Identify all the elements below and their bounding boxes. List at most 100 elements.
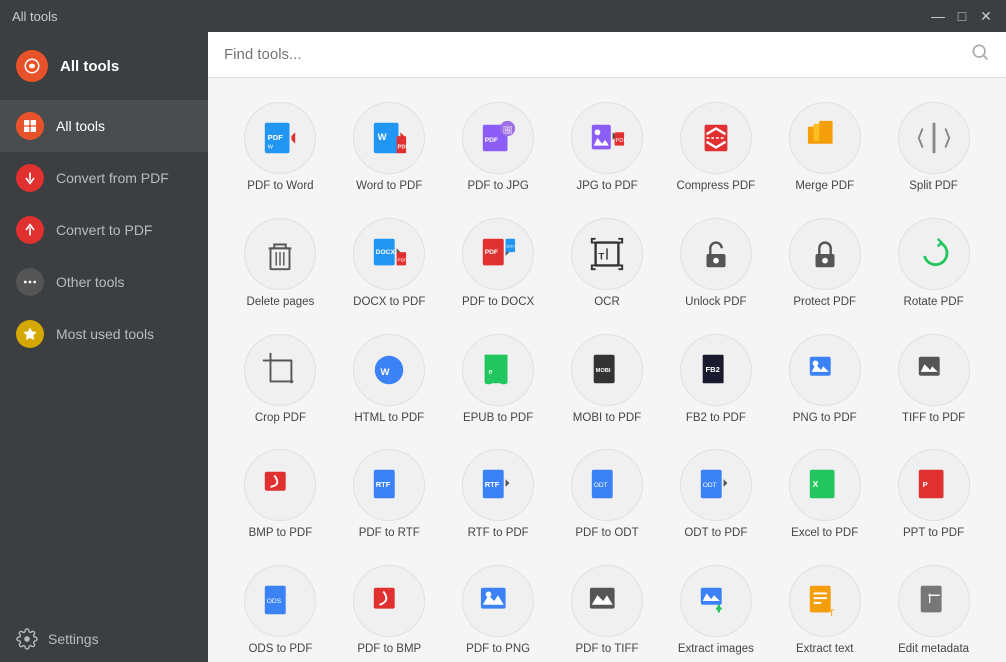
sidebar-item-other-tools[interactable]: Other tools	[0, 256, 208, 308]
search-input[interactable]	[224, 46, 970, 63]
tool-item-edit-metadata[interactable]: i Edit metadata	[881, 557, 986, 662]
tool-item-pdf-to-odt[interactable]: ODTPDF to ODT	[555, 441, 660, 549]
tool-label-protect-pdf: Protect PDF	[793, 296, 856, 310]
svg-text:PDF: PDF	[616, 138, 626, 144]
tool-label-delete-pages: Delete pages	[247, 296, 315, 310]
svg-text:RTF: RTF	[376, 480, 391, 489]
tool-icon-rtf-to-pdf: RTF	[462, 449, 534, 521]
restore-button[interactable]: □	[954, 8, 970, 24]
logo-icon	[16, 50, 48, 82]
tool-item-pdf-to-docx[interactable]: PDFDOCXPDF to DOCX	[446, 210, 551, 318]
sidebar-item-convert-to-pdf[interactable]: Convert to PDF	[0, 204, 208, 256]
tool-icon-epub-to-pdf: e	[462, 334, 534, 406]
tool-label-pdf-to-tiff: PDF to TIFF	[575, 643, 638, 657]
tool-item-compress-pdf[interactable]: Compress PDF	[663, 94, 768, 202]
tool-icon-extract-text: T	[789, 565, 861, 637]
tool-label-pdf-to-word: PDF to Word	[247, 180, 313, 194]
tool-label-ppt-to-pdf: PPT to PDF	[903, 527, 964, 541]
tool-item-bmp-to-pdf[interactable]: BMP to PDF	[228, 441, 333, 549]
tool-label-pdf-to-bmp: PDF to BMP	[357, 643, 421, 657]
tool-label-pdf-to-png: PDF to PNG	[466, 643, 530, 657]
tool-icon-pdf-to-jpg: PDF🖼	[462, 102, 534, 174]
tool-item-pdf-to-png[interactable]: PDF to PNG	[446, 557, 551, 662]
tool-icon-mobi-to-pdf: MOBI	[571, 334, 643, 406]
tool-label-word-to-pdf: Word to PDF	[356, 180, 422, 194]
tool-item-rotate-pdf[interactable]: Rotate PDF	[881, 210, 986, 318]
tool-item-odt-to-pdf[interactable]: ODTODT to PDF	[663, 441, 768, 549]
svg-text:RTF: RTF	[485, 480, 500, 489]
tool-icon-docx-to-pdf: DOCXPDF	[353, 218, 425, 290]
tool-icon-pdf-to-docx: PDFDOCX	[462, 218, 534, 290]
tool-label-epub-to-pdf: EPUB to PDF	[463, 412, 533, 426]
tool-item-pdf-to-bmp[interactable]: PDF to BMP	[337, 557, 442, 662]
sidebar-item-convert-from-pdf[interactable]: Convert from PDF	[0, 152, 208, 204]
tool-item-ocr[interactable]: TOCR	[555, 210, 660, 318]
sidebar-item-most-used-tools-label: Most used tools	[56, 326, 154, 342]
tool-item-pdf-to-rtf[interactable]: RTFPDF to RTF	[337, 441, 442, 549]
settings-icon	[16, 628, 38, 650]
tool-label-extract-images: Extract images	[678, 643, 754, 657]
sidebar-item-most-used-tools[interactable]: Most used tools	[0, 308, 208, 360]
minimize-button[interactable]: —	[930, 8, 946, 24]
tool-icon-excel-to-pdf: X	[789, 449, 861, 521]
tool-icon-bmp-to-pdf	[244, 449, 316, 521]
tool-item-crop-pdf[interactable]: Crop PDF	[228, 326, 333, 434]
sidebar-logo-label: All tools	[60, 58, 119, 75]
svg-text:e: e	[489, 366, 493, 375]
sidebar-item-all-tools-label: All tools	[56, 118, 105, 134]
tool-label-rotate-pdf: Rotate PDF	[904, 296, 964, 310]
tool-item-rtf-to-pdf[interactable]: RTFRTF to PDF	[446, 441, 551, 549]
search-icon	[970, 42, 990, 67]
tool-icon-word-to-pdf: WPDF	[353, 102, 425, 174]
tool-item-excel-to-pdf[interactable]: XExcel to PDF	[772, 441, 877, 549]
tool-item-split-pdf[interactable]: Split PDF	[881, 94, 986, 202]
tool-icon-crop-pdf	[244, 334, 316, 406]
tool-label-fb2-to-pdf: FB2 to PDF	[686, 412, 746, 426]
tool-item-pdf-to-jpg[interactable]: PDF🖼PDF to JPG	[446, 94, 551, 202]
tool-item-ods-to-pdf[interactable]: ODSODS to PDF	[228, 557, 333, 662]
tool-item-pdf-to-tiff[interactable]: PDF to TIFF	[555, 557, 660, 662]
tool-icon-delete-pages	[244, 218, 316, 290]
close-button[interactable]: ✕	[978, 8, 994, 24]
settings-item[interactable]: Settings	[0, 616, 208, 662]
most-used-tools-icon	[16, 320, 44, 348]
tool-item-ppt-to-pdf[interactable]: PPPT to PDF	[881, 441, 986, 549]
tool-label-jpg-to-pdf: JPG to PDF	[576, 180, 637, 194]
tool-item-mobi-to-pdf[interactable]: MOBIMOBI to PDF	[555, 326, 660, 434]
sidebar-item-other-tools-label: Other tools	[56, 274, 124, 290]
tool-label-split-pdf: Split PDF	[909, 180, 958, 194]
tool-item-extract-text[interactable]: T Extract text	[772, 557, 877, 662]
tool-item-png-to-pdf[interactable]: PNG to PDF	[772, 326, 877, 434]
logo-svg	[23, 57, 41, 75]
tool-item-html-to-pdf[interactable]: WHTML to PDF	[337, 326, 442, 434]
tool-item-word-to-pdf[interactable]: WPDF Word to PDF	[337, 94, 442, 202]
svg-text:ODT: ODT	[594, 482, 608, 489]
sidebar-item-all-tools[interactable]: All tools	[0, 100, 208, 152]
tool-item-epub-to-pdf[interactable]: e EPUB to PDF	[446, 326, 551, 434]
tool-item-extract-images[interactable]: Extract images	[663, 557, 768, 662]
tool-item-protect-pdf[interactable]: Protect PDF	[772, 210, 877, 318]
tool-item-jpg-to-pdf[interactable]: PDF JPG to PDF	[555, 94, 660, 202]
svg-text:X: X	[812, 479, 818, 489]
app-body: All tools All tools	[0, 32, 1006, 662]
tool-icon-edit-metadata: i	[898, 565, 970, 637]
title-bar-controls: — □ ✕	[930, 8, 994, 24]
tool-item-fb2-to-pdf[interactable]: FB2FB2 to PDF	[663, 326, 768, 434]
tool-item-pdf-to-word[interactable]: PDFWPDF to Word	[228, 94, 333, 202]
sidebar-nav: All tools Convert from PDF Convert t	[0, 100, 208, 616]
tool-icon-pdf-to-bmp	[353, 565, 425, 637]
tool-icon-pdf-to-png	[462, 565, 534, 637]
svg-text:ODS: ODS	[267, 598, 282, 605]
tool-item-delete-pages[interactable]: Delete pages	[228, 210, 333, 318]
convert-to-pdf-icon	[16, 216, 44, 244]
tool-label-edit-metadata: Edit metadata	[898, 643, 969, 657]
svg-text:DOCX: DOCX	[507, 244, 517, 248]
tool-item-merge-pdf[interactable]: Merge PDF	[772, 94, 877, 202]
tool-label-extract-text: Extract text	[796, 643, 854, 657]
tool-item-docx-to-pdf[interactable]: DOCXPDFDOCX to PDF	[337, 210, 442, 318]
tool-item-tiff-to-pdf[interactable]: TIFF to PDF	[881, 326, 986, 434]
tool-item-unlock-pdf[interactable]: Unlock PDF	[663, 210, 768, 318]
title-bar: All tools — □ ✕	[0, 0, 1006, 32]
svg-text:W: W	[268, 144, 274, 150]
tool-icon-tiff-to-pdf	[898, 334, 970, 406]
